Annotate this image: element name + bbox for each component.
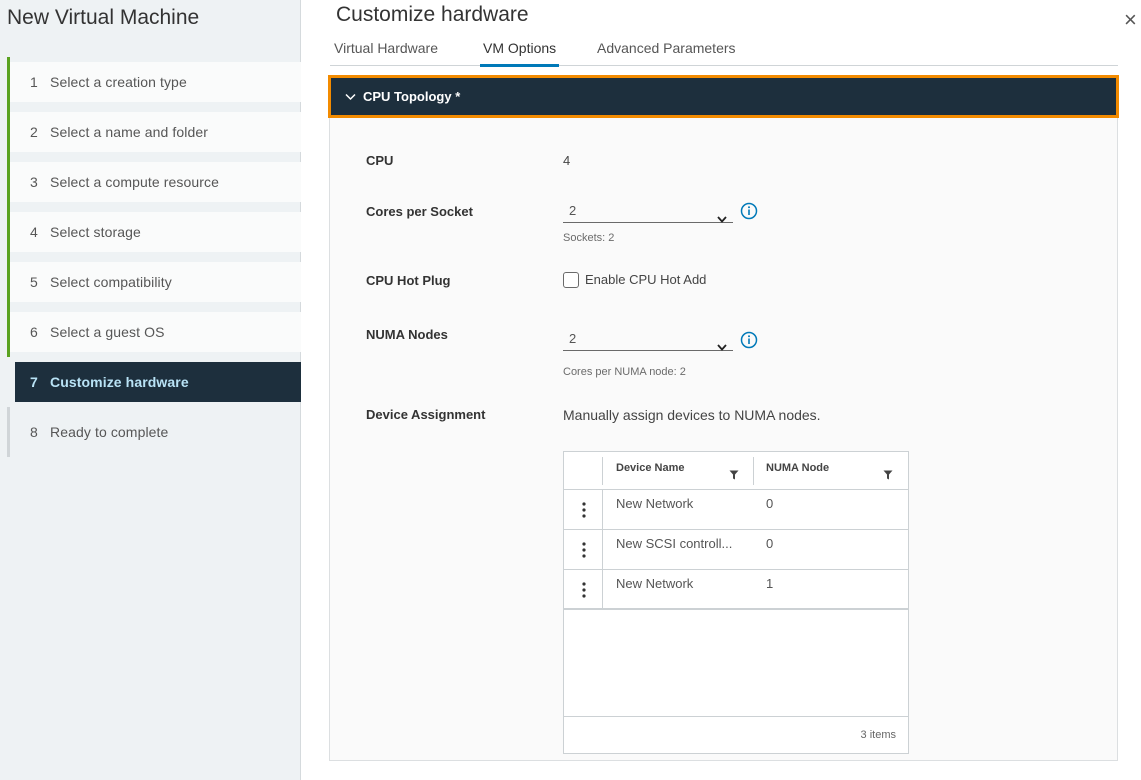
tab-bar: Virtual Hardware VM Options Advanced Par… bbox=[330, 34, 1118, 67]
tab-advanced-parameters[interactable]: Advanced Parameters bbox=[597, 40, 736, 64]
column-divider bbox=[602, 490, 603, 529]
numa-node-cell: 0 bbox=[766, 496, 774, 511]
table-row[interactable]: New SCSI controll... 0 bbox=[564, 530, 908, 570]
step-number: 1 bbox=[30, 74, 38, 90]
step-6[interactable]: 6 Select a guest OS bbox=[7, 307, 301, 357]
enable-cpu-hot-add-checkbox[interactable] bbox=[563, 272, 579, 288]
device-assignment-label: Device Assignment bbox=[366, 407, 486, 422]
cpu-topology-header[interactable]: CPU Topology * bbox=[328, 75, 1119, 118]
step-label: Select storage bbox=[50, 224, 141, 240]
step-label: Ready to complete bbox=[50, 424, 169, 440]
grid-footer: 3 items bbox=[564, 716, 908, 754]
tab-vm-options[interactable]: VM Options bbox=[480, 40, 560, 67]
kebab-menu-icon[interactable] bbox=[578, 581, 590, 599]
wizard-title: New Virtual Machine bbox=[7, 6, 200, 29]
column-divider bbox=[602, 457, 603, 485]
kebab-menu-icon[interactable] bbox=[578, 541, 590, 559]
device-assignment-description: Manually assign devices to NUMA nodes. bbox=[563, 407, 821, 423]
step-number: 5 bbox=[30, 274, 38, 290]
cores-per-numa-hint: Cores per NUMA node: 2 bbox=[563, 366, 686, 378]
numa-nodes-label: NUMA Nodes bbox=[366, 327, 448, 342]
step-label: Select a name and folder bbox=[50, 124, 209, 140]
filter-icon[interactable] bbox=[883, 467, 893, 480]
step-7-active[interactable]: 7 Customize hardware bbox=[15, 362, 301, 402]
kebab-menu-icon[interactable] bbox=[578, 501, 590, 519]
cores-per-socket-select[interactable]: 2 bbox=[563, 199, 733, 223]
step-number: 4 bbox=[30, 224, 38, 240]
step-2[interactable]: 2 Select a name and folder bbox=[7, 107, 301, 157]
cpu-label: CPU bbox=[366, 153, 394, 168]
wizard-sidebar: New Virtual Machine 1 Select a creation t… bbox=[0, 0, 301, 780]
tab-virtual-hardware[interactable]: Virtual Hardware bbox=[334, 40, 438, 64]
step-label: Select a guest OS bbox=[50, 324, 165, 340]
device-numa-grid: Device Name NUMA Node New Network 0 New … bbox=[563, 451, 909, 754]
column-divider bbox=[753, 457, 754, 485]
column-header-numa-node[interactable]: NUMA Node bbox=[766, 462, 829, 474]
step-5[interactable]: 5 Select compatibility bbox=[7, 257, 301, 307]
device-name-cell: New SCSI controll... bbox=[616, 536, 733, 551]
device-name-cell: New Network bbox=[616, 576, 694, 591]
chevron-down-icon bbox=[345, 93, 357, 101]
step-number: 7 bbox=[30, 374, 38, 390]
step-3[interactable]: 3 Select a compute resource bbox=[7, 157, 301, 207]
step-8[interactable]: 8 Ready to complete bbox=[7, 407, 301, 457]
sockets-hint: Sockets: 2 bbox=[563, 232, 615, 244]
column-header-device-name[interactable]: Device Name bbox=[616, 462, 685, 474]
table-row[interactable]: New Network 1 bbox=[564, 570, 908, 610]
section-title: CPU Topology * bbox=[363, 89, 461, 104]
step-number: 3 bbox=[30, 174, 38, 190]
numa-nodes-select[interactable]: 2 bbox=[563, 327, 733, 351]
step-1[interactable]: 1 Select a creation type bbox=[7, 57, 301, 107]
step-number: 2 bbox=[30, 124, 38, 140]
info-icon[interactable] bbox=[740, 331, 758, 349]
step-number: 8 bbox=[30, 424, 38, 440]
step-label: Customize hardware bbox=[50, 374, 189, 390]
numa-node-cell: 0 bbox=[766, 536, 774, 551]
page-title: Customize hardware bbox=[336, 3, 529, 26]
cpu-hot-plug-label: CPU Hot Plug bbox=[366, 273, 451, 288]
item-count: 3 items bbox=[860, 729, 896, 741]
close-button[interactable]: × bbox=[1124, 9, 1141, 31]
step-label: Select a compute resource bbox=[50, 174, 220, 190]
step-label: Select compatibility bbox=[50, 274, 172, 290]
column-divider bbox=[602, 530, 603, 569]
cores-per-socket-label: Cores per Socket bbox=[366, 204, 473, 219]
numa-node-cell: 1 bbox=[766, 576, 774, 591]
column-divider bbox=[602, 570, 603, 609]
filter-icon[interactable] bbox=[729, 467, 739, 480]
close-icon: × bbox=[1124, 7, 1137, 32]
device-name-cell: New Network bbox=[616, 496, 694, 511]
cpu-value: 4 bbox=[563, 153, 571, 168]
grid-header: Device Name NUMA Node bbox=[564, 452, 908, 490]
cores-per-socket-value: 2 bbox=[569, 203, 577, 218]
table-row[interactable]: New Network 0 bbox=[564, 490, 908, 530]
step-label: Select a creation type bbox=[50, 74, 187, 90]
step-number: 6 bbox=[30, 324, 38, 340]
chevron-down-icon bbox=[717, 207, 727, 231]
chevron-down-icon bbox=[717, 335, 727, 359]
wizard-steps: 1 Select a creation type 2 Select a name a… bbox=[7, 57, 301, 462]
enable-cpu-hot-add-label[interactable]: Enable CPU Hot Add bbox=[585, 272, 706, 287]
cpu-topology-panel: CPU Topology * CPU 4 Cores per Socket 2 … bbox=[328, 75, 1119, 761]
step-4[interactable]: 4 Select storage bbox=[7, 207, 301, 257]
numa-nodes-value: 2 bbox=[569, 331, 577, 346]
info-icon[interactable] bbox=[740, 202, 758, 220]
